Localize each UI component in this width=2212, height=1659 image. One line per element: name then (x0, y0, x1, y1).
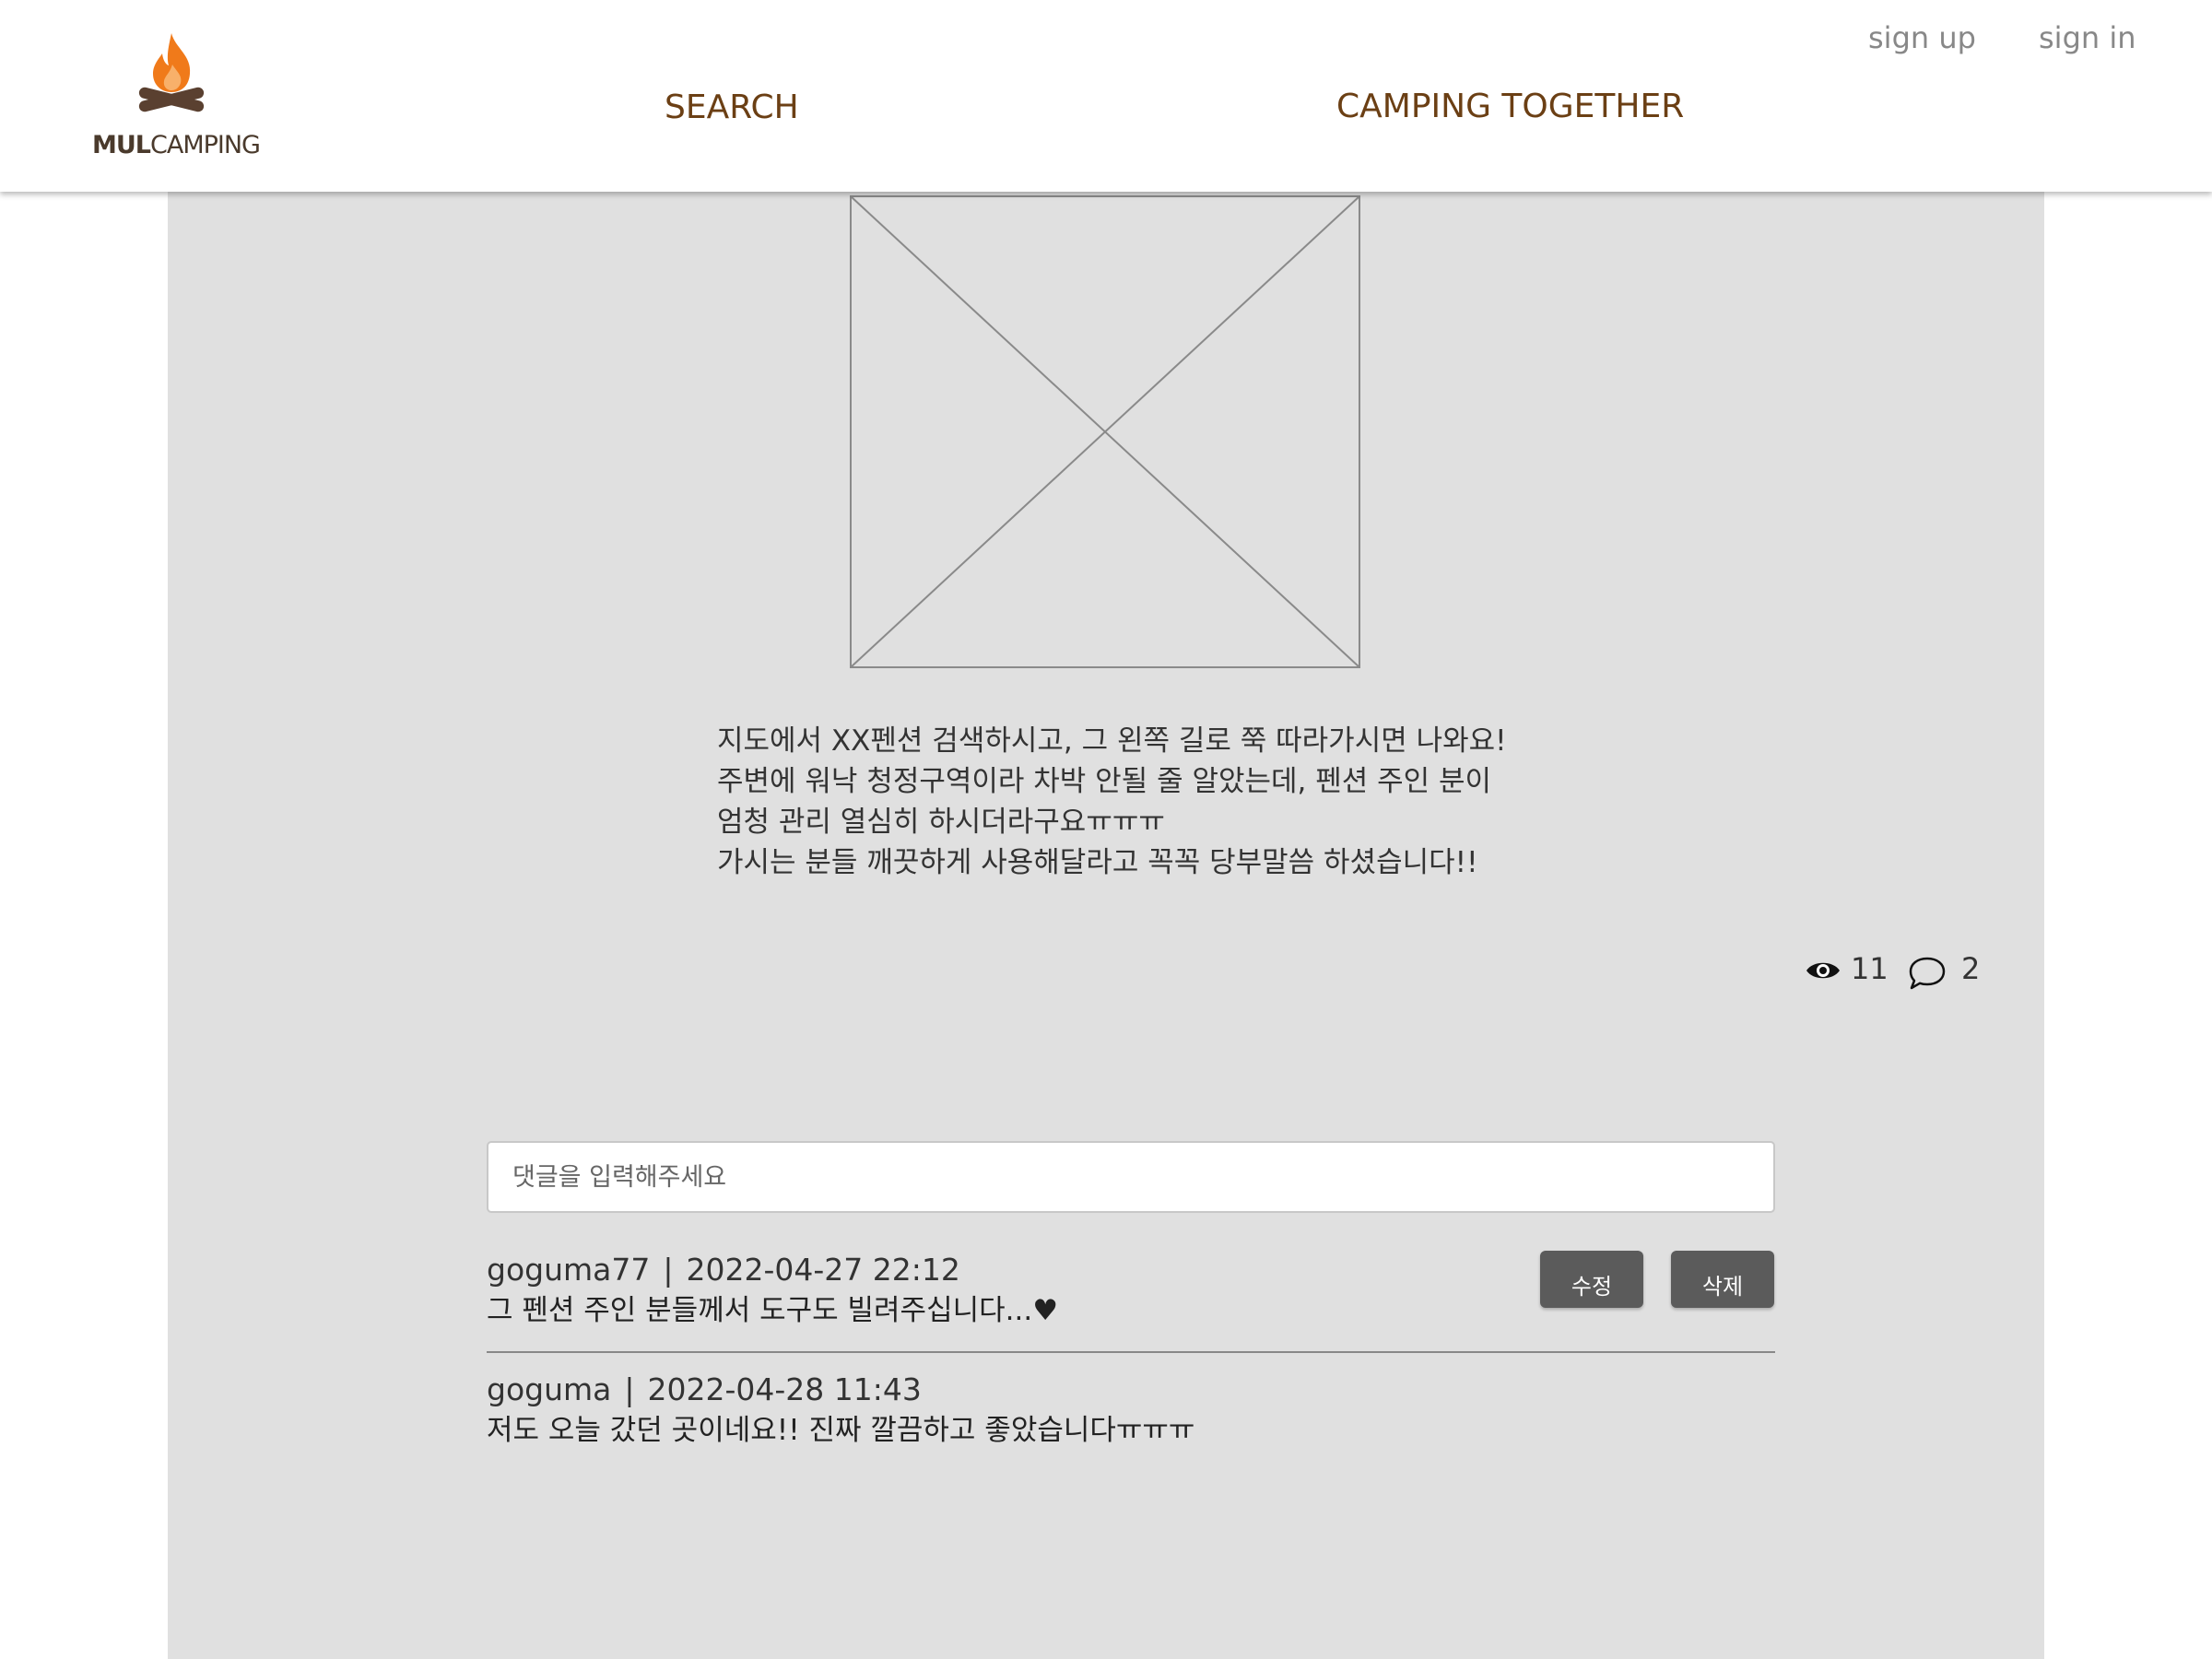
comment-datetime: 2022-04-28 11:43 (647, 1371, 922, 1407)
logo[interactable]: MULCAMPING (88, 28, 261, 166)
meta-separator: | (624, 1371, 635, 1407)
comment-item: goguma | 2022-04-28 11:43 저도 오늘 갔던 곳이네요!! … (487, 1370, 1777, 1451)
edit-comment-button[interactable]: 수정 (1540, 1251, 1643, 1308)
sign-up-link[interactable]: sign up (1868, 20, 1976, 55)
post-line: 엄청 관리 열심히 하시더라구요ㅠㅠㅠ (717, 806, 1165, 839)
eye-icon (1806, 962, 1840, 979)
site-header: MULCAMPING SEARCH CAMPING TOGETHER sign … (0, 0, 2212, 192)
campfire-icon (138, 33, 205, 112)
sign-in-link[interactable]: sign in (2039, 20, 2136, 55)
post-line: 가시는 분들 깨끗하게 사용해달라고 꼭꼭 당부말씀 하셨습니다!! (717, 846, 1478, 879)
comment-author: goguma77 (487, 1252, 651, 1288)
post-body: 지도에서 XX펜션 검색하시고, 그 왼쪽 길로 쭉 따라가시면 나와요! 주변… (717, 721, 1565, 883)
comment-meta: goguma | 2022-04-28 11:43 (487, 1370, 1777, 1410)
nav-search[interactable]: SEARCH (665, 88, 799, 126)
delete-comment-button[interactable]: 삭제 (1671, 1251, 1774, 1308)
comment-datetime: 2022-04-27 22:12 (686, 1252, 960, 1288)
post-line: 주변에 워낙 청정구역이라 차박 안될 줄 알았는데, 펜션 주인 분이 (717, 765, 1492, 798)
view-count: 11 (1851, 951, 1888, 986)
nav-camping-together[interactable]: CAMPING TOGETHER (1336, 88, 1684, 125)
comment-body: 저도 오늘 갔던 곳이네요!! 진짜 깔끔하고 좋았습니다ㅠㅠㅠ (487, 1414, 1195, 1447)
comment-author: goguma (487, 1371, 612, 1407)
logo-wordmark: MULCAMPING (92, 131, 261, 159)
image-placeholder-icon (850, 195, 1360, 668)
comment-divider (487, 1351, 1775, 1353)
speech-bubble-icon (1909, 957, 1946, 990)
post-line: 지도에서 XX펜션 검색하시고, 그 왼쪽 길로 쭉 따라가시면 나와요! (717, 724, 1507, 758)
meta-separator: | (663, 1252, 674, 1288)
comment-count: 2 (1961, 951, 1981, 986)
comment-input[interactable] (487, 1141, 1775, 1213)
